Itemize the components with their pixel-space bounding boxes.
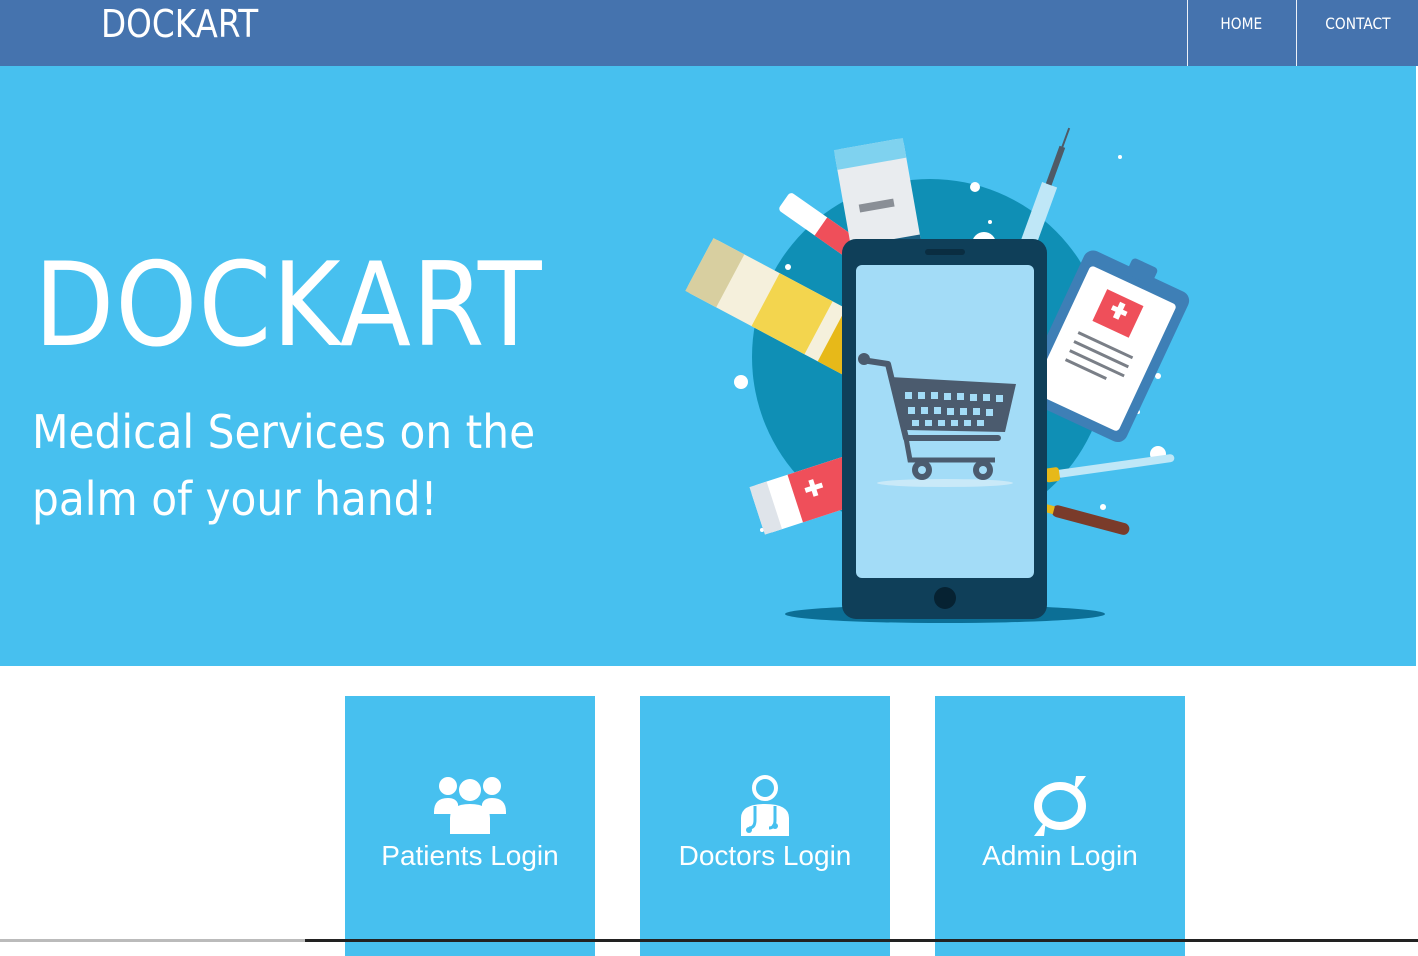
login-cards: Patients Login Doctors Login Admin Login [0,666,1418,956]
patients-login-label: Patients Login [381,840,559,871]
patients-group-icon [434,777,506,834]
patients-login-card[interactable]: Patients Login [345,696,595,956]
doctors-login-label: Doctors Login [678,840,852,871]
hero-subtitle: Medical Services on the palm of your han… [32,399,621,533]
hero-subtitle-line2: palm of your hand! [32,472,438,526]
hero-subtitle-line1: Medical Services on the [32,405,536,459]
nav-home-link[interactable]: HOME [1187,0,1295,66]
nav-contact-label: CONTACT [1324,14,1391,33]
admin-login-label: Admin Login [982,840,1138,871]
hero-title: DOCKART [34,238,543,373]
top-navbar: DOCKART HOME CONTACT [0,0,1418,66]
medical-shopping-illustration [685,127,1190,623]
hero-banner: DOCKART Medical Services on the palm of … [0,66,1416,666]
admin-ring-icon [1034,776,1086,836]
brand-logo[interactable]: DOCKART [101,2,258,46]
doctors-login-card[interactable]: Doctors Login [640,696,890,956]
admin-login-card[interactable]: Admin Login [935,696,1185,956]
nav-home-label: HOME [1220,14,1263,33]
doctor-stethoscope-icon [741,775,789,836]
nav-contact-link[interactable]: CONTACT [1296,0,1418,66]
